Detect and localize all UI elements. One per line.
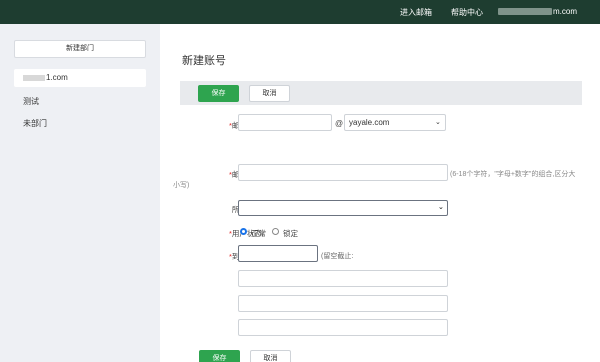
cancel-button[interactable]: 取消 xyxy=(249,85,290,102)
at-symbol: @ xyxy=(335,119,344,128)
new-department-button[interactable]: 新建部门 xyxy=(14,40,146,58)
sidebar-item-label: 未部门 xyxy=(23,119,47,128)
department-select[interactable] xyxy=(238,200,448,216)
expire-date-field[interactable] xyxy=(238,245,318,262)
sidebar-item-domain[interactable]: 1.com xyxy=(14,69,146,87)
masked-text xyxy=(23,74,45,81)
status-locked-label[interactable]: 锁定 xyxy=(283,228,298,239)
toolbar: 保存 取消 xyxy=(180,81,582,105)
email-field[interactable] xyxy=(238,114,332,131)
password-hint-tail: 小写) xyxy=(173,182,190,189)
sidebar-item-label: 测试 xyxy=(23,97,39,106)
page-title: 新建账号 xyxy=(182,55,226,67)
name-field[interactable] xyxy=(238,270,448,287)
phone-field[interactable] xyxy=(238,319,448,336)
password-field[interactable] xyxy=(238,164,448,181)
position-field[interactable] xyxy=(238,295,448,312)
nav-enter-mailbox[interactable]: 进入邮箱 xyxy=(400,7,432,18)
domain-selected-value: yayale.com xyxy=(349,118,390,127)
footer-cancel-button[interactable]: 取消 xyxy=(250,350,291,362)
account-name-masked xyxy=(498,8,552,15)
save-button[interactable]: 保存 xyxy=(198,85,239,102)
expire-date-hint: (留空截止: xyxy=(321,253,354,260)
main-panel: 新建账号 保存 取消 *邮箱地址: @ yayale.com ⌄ *邮箱密码: … xyxy=(160,24,600,362)
top-bar: 进入邮箱 帮助中心 m.com xyxy=(0,0,600,24)
account-domain[interactable]: m.com xyxy=(553,7,577,16)
footer-save-button[interactable]: 保存 xyxy=(199,350,240,362)
sidebar-item-test[interactable]: 测试 xyxy=(14,93,146,111)
status-locked-radio[interactable] xyxy=(272,228,279,235)
chevron-down-icon: ⌄ xyxy=(435,119,441,126)
sidebar-item-no-dept[interactable]: 未部门 xyxy=(14,115,146,133)
status-normal-radio[interactable] xyxy=(240,228,247,235)
chevron-down-icon: ⌄ xyxy=(438,204,444,211)
nav-help-center[interactable]: 帮助中心 xyxy=(451,7,483,18)
password-hint: (6-18个字符，"字母+数字"的组合,区分大 xyxy=(450,171,576,178)
sidebar: 新建部门 1.com 测试 未部门 xyxy=(0,24,160,362)
status-normal-label[interactable]: 正常 xyxy=(251,228,266,239)
sidebar-item-label: 1.com xyxy=(46,73,68,82)
domain-select[interactable]: yayale.com xyxy=(344,114,446,131)
